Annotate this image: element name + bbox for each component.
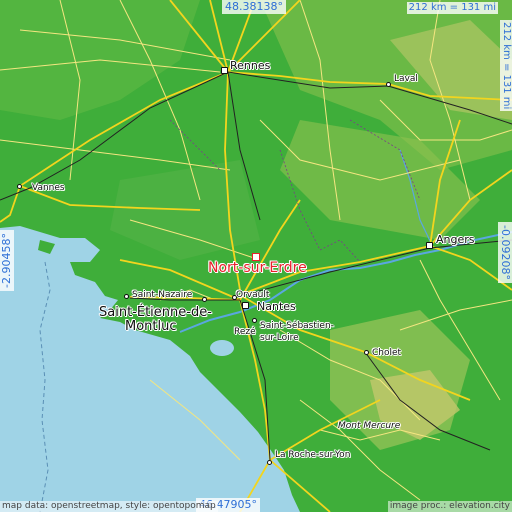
right-longitude-label: -0.09208° bbox=[498, 222, 512, 283]
map-data-credit: map data: openstreetmap, style: opentopo… bbox=[0, 501, 218, 512]
elevation-map[interactable]: 48.38138° 46.47905° -2.90458° -0.09208° … bbox=[0, 0, 512, 512]
laval-marker-icon bbox=[386, 82, 391, 87]
saint-nazaire-marker-icon bbox=[124, 294, 129, 299]
left-longitude-label: -2.90458° bbox=[0, 230, 14, 291]
horizontal-scale: 212 km = 131 mi bbox=[406, 2, 498, 14]
nantes-label: Nantes bbox=[257, 300, 296, 313]
saint-sebastien-label-line2: sur-Loire bbox=[260, 333, 299, 343]
rennes-label: Rennes bbox=[230, 59, 271, 72]
laval-label: Laval bbox=[394, 74, 418, 84]
saint-sebastien-marker-icon bbox=[252, 318, 257, 323]
nantes-marker-icon bbox=[242, 302, 249, 309]
la-roche-marker-icon bbox=[267, 460, 272, 465]
target-place-label[interactable]: Nort-sur-Erdre bbox=[208, 261, 307, 276]
saint-etienne-marker-icon bbox=[202, 297, 207, 302]
saint-etienne-label-line1: Saint-Étienne-de- bbox=[99, 305, 212, 320]
saint-nazaire-label: Saint-Nazaire bbox=[132, 290, 193, 300]
cholet-marker-icon bbox=[364, 350, 369, 355]
mont-mercure-label: Mont Mercure bbox=[338, 421, 401, 431]
orvault-label: Orvault bbox=[236, 290, 270, 300]
vertical-scale: 212 km = 131 mi bbox=[500, 20, 512, 112]
vannes-marker-icon bbox=[17, 184, 22, 189]
rennes-marker-icon bbox=[221, 67, 228, 74]
angers-marker-icon bbox=[426, 242, 433, 249]
top-latitude-label: 48.38138° bbox=[222, 0, 286, 14]
saint-etienne-label-line2: Montluc bbox=[125, 319, 177, 334]
la-roche-label: La Roche-sur-Yon bbox=[275, 450, 351, 460]
saint-sebastien-label-line1: Saint-Sébastien- bbox=[260, 321, 334, 331]
vannes-label: Vannes bbox=[32, 183, 65, 193]
cholet-label: Cholet bbox=[372, 348, 402, 358]
reze-label: Rezé bbox=[234, 327, 256, 337]
angers-label: Angers bbox=[436, 233, 475, 246]
image-proc-credit: image proc.: elevation.city bbox=[387, 501, 512, 512]
